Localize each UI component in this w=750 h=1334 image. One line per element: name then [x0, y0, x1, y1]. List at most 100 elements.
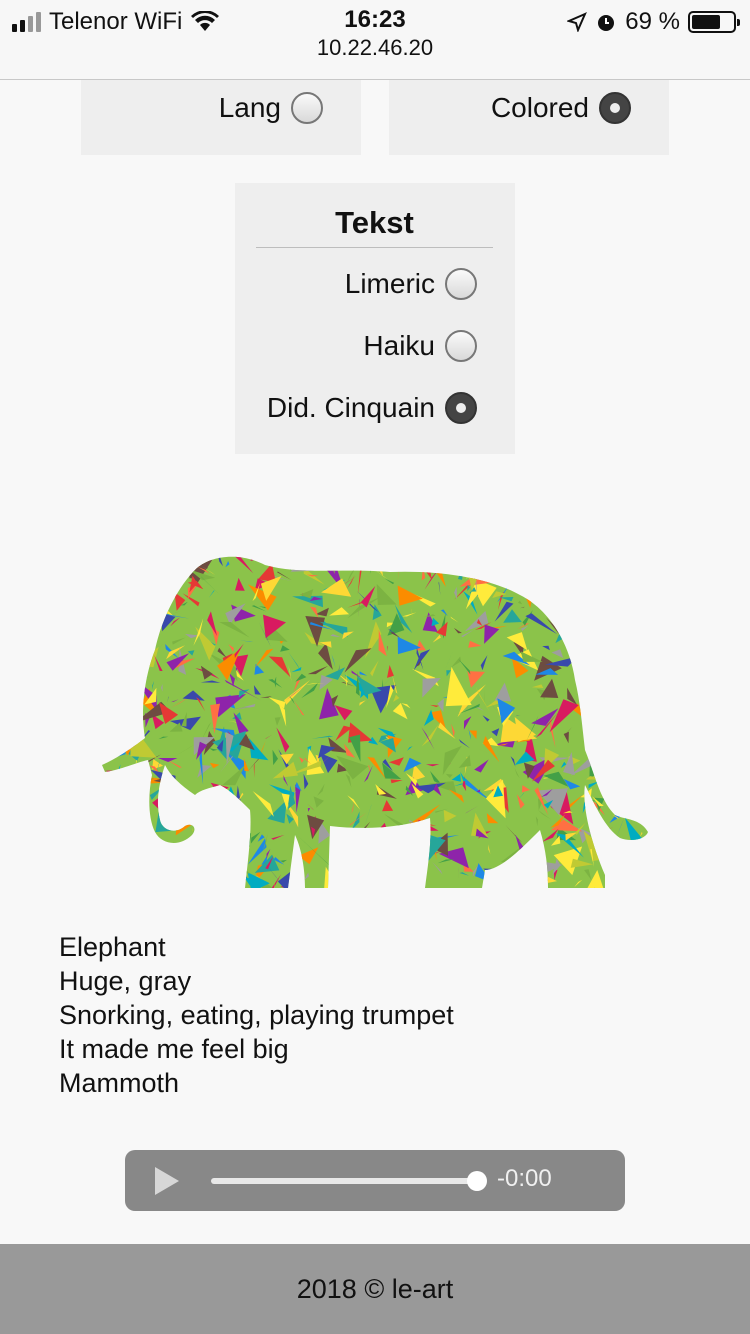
mosaic-shard: [219, 829, 234, 843]
mosaic-shard: [638, 751, 648, 771]
mosaic-shard: [643, 692, 647, 702]
mosaic-shard: [595, 669, 597, 672]
mosaic-shard: [327, 556, 336, 574]
mosaic-shard: [601, 769, 613, 784]
mosaic-shard: [127, 571, 135, 586]
mosaic-shard: [303, 556, 319, 559]
mosaic-shard: [144, 816, 152, 833]
mosaic-shard: [102, 824, 118, 832]
mosaic-shard: [526, 879, 531, 889]
mosaic-shard: [227, 818, 240, 860]
audio-progress-track[interactable]: [211, 1178, 477, 1184]
mosaic-shard: [129, 701, 140, 719]
battery-percent: 69 %: [625, 8, 680, 35]
url-bar[interactable]: 10.22.46.20: [0, 35, 750, 61]
mosaic-shard: [407, 556, 444, 561]
mosaic-shard: [590, 676, 597, 678]
mosaic-shard: [131, 657, 136, 675]
tekst-option-cinquain[interactable]: Did. Cinquain: [267, 392, 477, 424]
mosaic-shard: [540, 556, 558, 583]
mosaic-shard: [632, 595, 641, 612]
mosaic-shard: [643, 757, 648, 762]
mosaic-shard: [231, 827, 234, 833]
mosaic-shard: [157, 597, 159, 605]
mosaic-shard: [601, 585, 616, 596]
colored-label: Colored: [490, 92, 589, 123]
cinquain-radio[interactable]: [445, 392, 477, 424]
play-icon[interactable]: [155, 1167, 179, 1195]
mosaic-shard: [117, 708, 124, 729]
mosaic-shard: [616, 845, 630, 849]
mosaic-shard: [117, 629, 134, 647]
mosaic-shard: [636, 736, 639, 747]
mosaic-shard: [594, 690, 605, 702]
mosaic-shard: [596, 631, 611, 641]
mosaic-shard: [108, 551, 121, 556]
mosaic-shard: [166, 803, 186, 811]
mosaic-shard: [116, 550, 146, 553]
mosaic-shard: [130, 559, 146, 567]
mosaic-shard: [618, 725, 626, 737]
lang-option-box: Lang: [81, 80, 361, 155]
mosaic-shard: [102, 801, 110, 815]
mosaic-shard: [359, 847, 365, 858]
mosaic-shard: [346, 863, 353, 871]
mosaic-shard: [129, 716, 137, 723]
mosaic-shard: [628, 633, 648, 645]
mosaic-shard: [132, 820, 147, 829]
mosaic-shard: [290, 556, 315, 572]
mosaic-shard: [177, 856, 184, 861]
mosaic-shard: [588, 726, 591, 746]
mosaic-shard: [596, 820, 605, 831]
tekst-option-label: Limeric: [344, 268, 435, 299]
mosaic-shard: [446, 563, 456, 574]
mosaic-shard: [484, 556, 498, 557]
tekst-option-haiku[interactable]: Haiku: [363, 330, 477, 362]
mosaic-shard: [608, 658, 638, 686]
mosaic-shard: [341, 845, 357, 863]
mosaic-shard: [628, 656, 639, 661]
mosaic-shard: [209, 806, 217, 809]
mosaic-shard: [123, 802, 135, 817]
mosaic-shard: [137, 598, 144, 605]
mosaic-shard: [133, 776, 142, 781]
mosaic-shard: [364, 556, 371, 565]
mosaic-shard: [211, 882, 236, 889]
battery-icon: [688, 11, 740, 33]
audio-progress-thumb[interactable]: [467, 1171, 487, 1191]
mosaic-shard: [118, 775, 154, 785]
tekst-option-limeric[interactable]: Limeric: [345, 268, 477, 300]
mosaic-shard: [483, 868, 502, 883]
mosaic-shard: [102, 590, 105, 615]
mosaic-shard: [134, 551, 164, 555]
limeric-radio[interactable]: [445, 268, 477, 300]
mosaic-shard: [602, 845, 616, 862]
lang-option[interactable]: Lang: [219, 92, 323, 124]
mosaic-shard: [455, 564, 465, 573]
mosaic-shard: [199, 888, 205, 893]
mosaic-shard: [201, 876, 219, 879]
status-right: 69 %: [567, 8, 740, 36]
mosaic-shard: [597, 694, 606, 702]
mosaic-shard: [153, 582, 164, 611]
mosaic-shard: [522, 882, 525, 889]
lang-radio[interactable]: [291, 92, 323, 124]
mosaic-shard: [201, 878, 240, 889]
mosaic-shard: [588, 570, 602, 579]
mosaic-shard: [614, 804, 629, 812]
mosaic-shard: [161, 556, 165, 560]
mosaic-shard: [587, 659, 603, 676]
mosaic-shard: [650, 630, 655, 642]
tekst-option-label: Haiku: [363, 330, 435, 361]
mosaic-shard: [485, 870, 490, 889]
mosaic-shard: [241, 891, 256, 895]
haiku-radio[interactable]: [445, 330, 477, 362]
mosaic-shard: [217, 787, 230, 811]
mosaic-shard: [114, 599, 130, 603]
colored-radio[interactable]: [599, 92, 631, 124]
mosaic-shard: [233, 832, 252, 847]
mosaic-shard: [142, 879, 155, 889]
colored-option[interactable]: Colored: [491, 92, 631, 124]
mosaic-shard: [111, 793, 139, 812]
mosaic-shard: [627, 550, 640, 553]
